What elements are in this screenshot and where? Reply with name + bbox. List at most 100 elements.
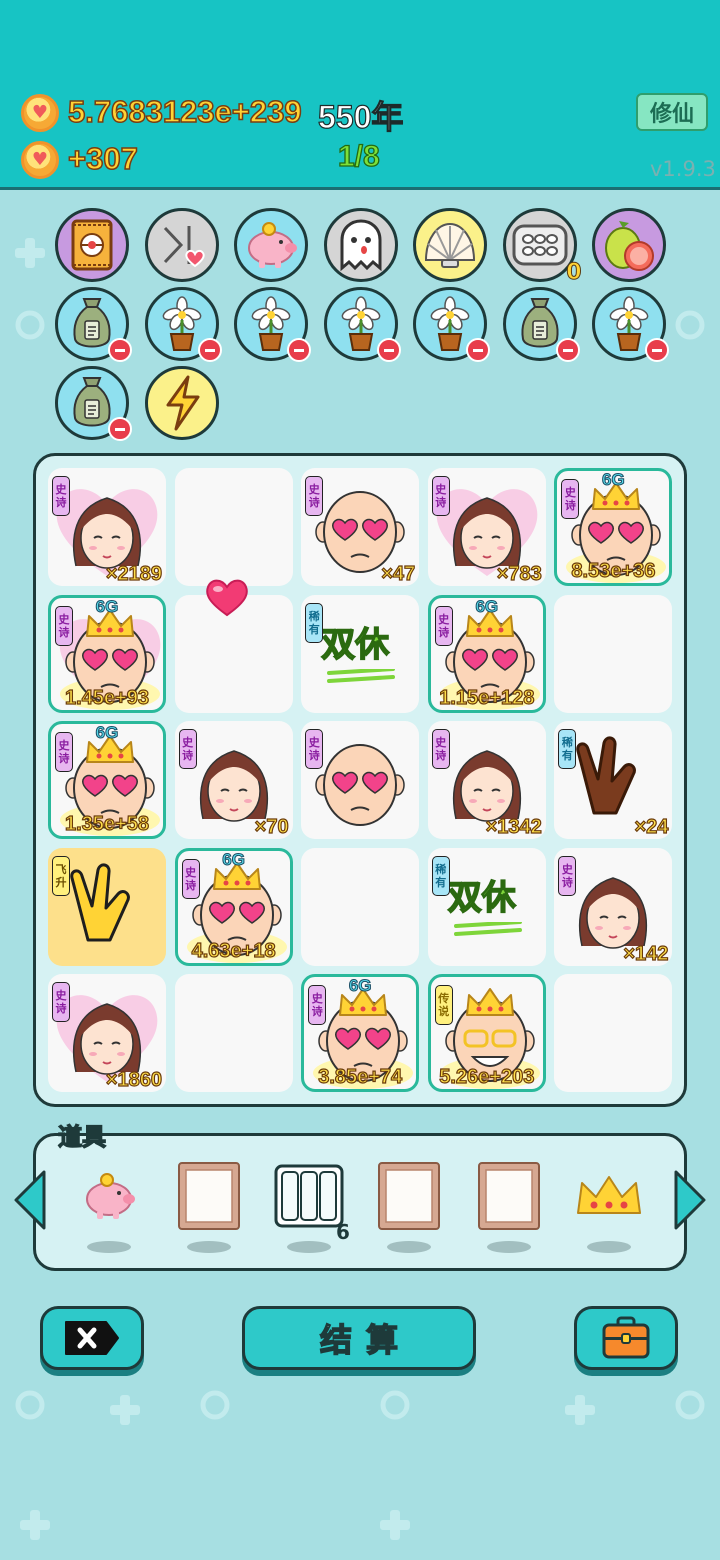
egg-tray-item[interactable]: 0 xyxy=(502,208,582,286)
board-cell-king[interactable]: 史诗 6G 1.35e+58 xyxy=(48,721,166,840)
close-tag-icon xyxy=(65,1321,119,1355)
cell-count: 1.15e+128 xyxy=(439,686,535,709)
rarity-tag: 史诗 xyxy=(558,855,577,896)
settle-button[interactable]: 结算 xyxy=(242,1306,476,1370)
ghost-icon xyxy=(338,218,384,272)
rarity-tag: 史诗 xyxy=(178,729,197,770)
cell-count: ×142 xyxy=(623,942,669,965)
remove-icon[interactable] xyxy=(197,338,222,362)
board-cell-brown-hand[interactable]: 稀有 ×24 xyxy=(554,721,673,840)
board-cell-empty[interactable] xyxy=(554,594,673,713)
skip-heart-icon xyxy=(155,218,209,272)
board-cell-king[interactable]: 史诗 6G 8.53e+36 xyxy=(554,468,673,586)
tier-6g-badge: 6G xyxy=(602,470,626,490)
money-bag-icon xyxy=(70,295,114,353)
board-cell-yellow-hand[interactable]: 飞升 xyxy=(48,847,166,966)
board-cell-empty[interactable] xyxy=(554,974,673,1093)
lightning-item[interactable] xyxy=(144,366,219,440)
board-cell-shuangxiu[interactable]: 双休稀有 xyxy=(427,847,546,966)
board-cell-girl-heart[interactable]: 史诗 ×783 xyxy=(427,468,546,586)
board-cell-girl-heart[interactable]: 史诗 ×1860 xyxy=(48,974,166,1093)
snack-bag-item[interactable] xyxy=(55,208,129,282)
remove-icon[interactable] xyxy=(287,338,311,362)
money-bag-item[interactable] xyxy=(55,287,132,362)
tool-shadow xyxy=(287,1241,331,1253)
remove-icon[interactable] xyxy=(108,417,132,441)
remove-icon[interactable] xyxy=(555,338,580,362)
remove-icon[interactable] xyxy=(376,338,401,362)
board-cell-king[interactable]: 史诗 6G 1.15e+128 xyxy=(427,594,546,713)
shuangxiu-label: 双休 xyxy=(447,877,517,919)
board-cell-king-heart[interactable]: 史诗 6G 1.45e+93 xyxy=(48,594,166,713)
frame-icon[interactable] xyxy=(473,1160,545,1232)
tier-6g-badge: 6G xyxy=(95,596,119,617)
rarity-tag: 稀有 xyxy=(305,602,324,643)
top-bar: ♥ 5.7683123e+239 550年 ♥ +307 1/8 修仙 v1.9… xyxy=(0,0,720,190)
snack-bag-icon xyxy=(67,217,117,273)
triple-slot-icon[interactable] xyxy=(273,1160,345,1232)
shell-item[interactable] xyxy=(413,208,487,282)
crown-icon[interactable] xyxy=(573,1160,645,1232)
shell-icon xyxy=(420,220,480,270)
tool-shadow xyxy=(587,1241,631,1253)
rarity-tag: 史诗 xyxy=(55,732,73,773)
tool-shadow xyxy=(387,1241,431,1253)
cell-count: ×2189 xyxy=(105,562,162,585)
inventory-button[interactable] xyxy=(574,1306,678,1370)
board-cell-empty[interactable] xyxy=(174,974,293,1093)
ghost-item[interactable] xyxy=(323,208,398,282)
money-bag-icon xyxy=(518,295,562,353)
remove-icon[interactable] xyxy=(466,338,490,362)
tier-6g-badge: 6G xyxy=(222,849,246,870)
rarity-tag: 史诗 xyxy=(431,476,450,516)
flower-pot-item[interactable] xyxy=(144,287,222,362)
game-board: 史诗 ×2189 史诗 ×47 史诗 ×783 史诗 6G 8.53e+36 史诗 6G 1.45e+… xyxy=(33,453,687,1107)
money-bag-item[interactable] xyxy=(502,287,580,362)
piggy-bank-icon[interactable] xyxy=(73,1160,145,1232)
pomelo-item[interactable] xyxy=(592,208,666,282)
board-cell-shuangxiu[interactable]: 双休稀有 xyxy=(301,594,420,713)
flower-pot-item[interactable] xyxy=(323,287,401,362)
heart-coin-icon: ♥ xyxy=(21,94,59,132)
board-cell-girl[interactable]: 史诗 ×1342 xyxy=(427,721,546,840)
board-cell-girl[interactable]: 史诗 ×70 xyxy=(174,721,293,840)
briefcase-icon xyxy=(602,1316,650,1359)
xiuxian-button[interactable]: 修仙 xyxy=(636,93,708,131)
board-cell-girl[interactable]: 史诗 ×142 xyxy=(554,847,673,966)
remove-icon[interactable] xyxy=(108,338,132,362)
rarity-tag: 稀有 xyxy=(431,855,450,896)
flower-pot-item[interactable] xyxy=(234,287,311,362)
double-line-icon xyxy=(327,668,396,683)
flower-pot-item[interactable] xyxy=(413,287,490,362)
discard-button[interactable] xyxy=(40,1306,144,1370)
cell-count: 4.63e+18 xyxy=(191,939,276,962)
board-cell-empty[interactable] xyxy=(301,847,420,966)
scroll-right-arrow[interactable] xyxy=(672,1168,708,1232)
tool-shadow xyxy=(187,1241,231,1253)
heart-coin-icon: ♥ xyxy=(21,141,59,179)
cell-count: ×47 xyxy=(381,562,416,585)
money-bag-item[interactable] xyxy=(55,366,132,441)
flower-pot-item[interactable] xyxy=(592,287,669,362)
scroll-left-arrow[interactable] xyxy=(12,1168,48,1232)
piggy-bank-item[interactable] xyxy=(234,208,308,282)
cell-count: ×1342 xyxy=(485,816,542,839)
frame-icon[interactable] xyxy=(173,1160,245,1232)
cell-count: ×70 xyxy=(254,816,289,839)
skip-heart-item[interactable] xyxy=(144,208,219,282)
board-cell-girl-heart[interactable]: 史诗 ×2189 xyxy=(48,468,166,586)
remove-icon[interactable] xyxy=(645,338,669,362)
board-cell-old-man[interactable]: 史诗 ×47 xyxy=(301,468,420,586)
board-cell-old-man[interactable]: 史诗 xyxy=(301,721,420,840)
rarity-tag: 史诗 xyxy=(431,729,450,770)
board-cell-laughing-king[interactable]: 传说 5.26e+203 xyxy=(427,974,546,1093)
frame-icon[interactable] xyxy=(373,1160,445,1232)
tier-6g-badge: 6G xyxy=(475,596,499,617)
board-cell-king[interactable]: 史诗 6G 4.63e+18 xyxy=(174,847,293,966)
rarity-tag: 史诗 xyxy=(55,605,73,646)
board-cell-empty[interactable] xyxy=(174,468,293,586)
cell-count: 5.26e+203 xyxy=(439,1066,535,1089)
tier-6g-badge: 6G xyxy=(95,723,119,743)
board-cell-king[interactable]: 史诗 6G 3.85e+74 xyxy=(301,974,420,1093)
tool-count-badge: 6 xyxy=(336,1220,350,1244)
